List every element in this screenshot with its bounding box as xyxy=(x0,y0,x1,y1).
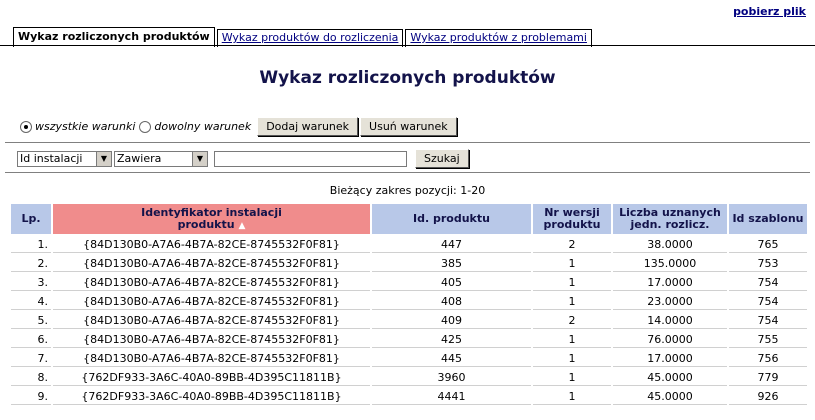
radio-all-conditions[interactable] xyxy=(20,120,32,133)
cell-units: 17.0000 xyxy=(613,350,727,367)
cell-units: 23.0000 xyxy=(613,293,727,310)
filter-value-input[interactable] xyxy=(214,150,407,167)
cell-units: 17.0000 xyxy=(613,274,727,291)
table-row: 6. {84D130B0-A7A6-4B7A-82CE-8745532F0F81… xyxy=(11,331,807,348)
radio-all-label: wszystkie warunki xyxy=(35,120,136,133)
search-button[interactable]: Szukaj xyxy=(415,149,469,168)
download-file-link[interactable]: pobierz plik xyxy=(733,5,806,18)
cell-product-id: 445 xyxy=(372,350,531,367)
cell-lp: 4. xyxy=(11,293,51,310)
cell-product-id: 3960 xyxy=(372,369,531,386)
cell-version: 2 xyxy=(533,236,611,253)
dropdown-arrow-icon: ▼ xyxy=(192,151,207,166)
cell-version: 1 xyxy=(533,388,611,405)
cell-lp: 3. xyxy=(11,274,51,291)
filter-row: Id instalacji ▼ Zawiera ▼ Szukaj xyxy=(17,149,469,168)
radio-any-condition[interactable] xyxy=(139,120,152,133)
cell-units: 14.0000 xyxy=(613,312,727,329)
cell-product-id: 408 xyxy=(372,293,531,310)
cell-install-id: {84D130B0-A7A6-4B7A-82CE-8745532F0F81} xyxy=(53,255,370,272)
cell-lp: 6. xyxy=(11,331,51,348)
cell-install-id: {84D130B0-A7A6-4B7A-82CE-8745532F0F81} xyxy=(53,331,370,348)
cell-units: 45.0000 xyxy=(613,388,727,405)
divider xyxy=(5,142,810,143)
cell-template: 779 xyxy=(729,369,807,386)
cell-product-id: 409 xyxy=(372,312,531,329)
cell-product-id: 405 xyxy=(372,274,531,291)
cell-units: 135.0000 xyxy=(613,255,727,272)
cell-install-id: {84D130B0-A7A6-4B7A-82CE-8745532F0F81} xyxy=(53,293,370,310)
results-table: Lp. Identyfikator instalacji produktu ▲ … xyxy=(9,202,809,407)
col-header-template[interactable]: Id szablonu xyxy=(729,204,807,234)
cell-install-id: {84D130B0-A7A6-4B7A-82CE-8745532F0F81} xyxy=(53,312,370,329)
table-row: 3. {84D130B0-A7A6-4B7A-82CE-8745532F0F81… xyxy=(11,274,807,291)
table-row: 8. {762DF933-3A6C-40A0-89BB-4D395C11811B… xyxy=(11,369,807,386)
cell-version: 1 xyxy=(533,293,611,310)
remove-condition-button[interactable]: Usuń warunek xyxy=(360,117,457,136)
dropdown-arrow-icon: ▼ xyxy=(96,151,111,166)
table-row: 5. {84D130B0-A7A6-4B7A-82CE-8745532F0F81… xyxy=(11,312,807,329)
divider xyxy=(5,172,810,173)
operator-select-value: Zawiera xyxy=(117,152,162,165)
range-info: Bieżący zakres pozycji: 1-20 xyxy=(329,184,486,197)
cell-version: 1 xyxy=(533,369,611,386)
cell-lp: 2. xyxy=(11,255,51,272)
cell-template: 754 xyxy=(729,312,807,329)
tab-bar: Wykaz rozliczonych produktów Wykaz produ… xyxy=(13,27,592,47)
table-row: 9. {762DF933-3A6C-40A0-89BB-4D395C11811B… xyxy=(11,388,807,405)
cell-template: 756 xyxy=(729,350,807,367)
cell-install-id: {84D130B0-A7A6-4B7A-82CE-8745532F0F81} xyxy=(53,350,370,367)
cell-install-id: {84D130B0-A7A6-4B7A-82CE-8745532F0F81} xyxy=(53,274,370,291)
cell-version: 1 xyxy=(533,331,611,348)
tab-underline xyxy=(0,45,815,46)
cell-template: 754 xyxy=(729,274,807,291)
tab-settled-products[interactable]: Wykaz rozliczonych produktów xyxy=(13,27,215,47)
cell-product-id: 425 xyxy=(372,331,531,348)
cell-lp: 8. xyxy=(11,369,51,386)
field-select-value: Id instalacji xyxy=(20,152,83,165)
table-row: 2. {84D130B0-A7A6-4B7A-82CE-8745532F0F81… xyxy=(11,255,807,272)
cell-install-id: {762DF933-3A6C-40A0-89BB-4D395C11811B} xyxy=(53,388,370,405)
cell-install-id: {762DF933-3A6C-40A0-89BB-4D395C11811B} xyxy=(53,369,370,386)
table-header-row: Lp. Identyfikator instalacji produktu ▲ … xyxy=(11,204,807,234)
operator-select[interactable]: Zawiera ▼ xyxy=(114,150,208,167)
cell-units: 38.0000 xyxy=(613,236,727,253)
cell-template: 755 xyxy=(729,331,807,348)
table-row: 7. {84D130B0-A7A6-4B7A-82CE-8745532F0F81… xyxy=(11,350,807,367)
cell-units: 45.0000 xyxy=(613,369,727,386)
sort-asc-icon: ▲ xyxy=(238,220,246,231)
col-header-lp[interactable]: Lp. xyxy=(11,204,51,234)
condition-controls: wszystkie warunki dowolny warunek Dodaj … xyxy=(20,117,457,136)
table-row: 4. {84D130B0-A7A6-4B7A-82CE-8745532F0F81… xyxy=(11,293,807,310)
cell-product-id: 447 xyxy=(372,236,531,253)
field-select[interactable]: Id instalacji ▼ xyxy=(17,150,112,167)
cell-product-id: 4441 xyxy=(372,388,531,405)
col-header-version[interactable]: Nr wersji produktu xyxy=(533,204,611,234)
cell-product-id: 385 xyxy=(372,255,531,272)
cell-version: 1 xyxy=(533,350,611,367)
cell-lp: 9. xyxy=(11,388,51,405)
cell-version: 1 xyxy=(533,274,611,291)
col-header-install-id[interactable]: Identyfikator instalacji produktu ▲ xyxy=(53,204,370,234)
cell-version: 2 xyxy=(533,312,611,329)
cell-template: 926 xyxy=(729,388,807,405)
col-header-units[interactable]: Liczba uznanych jedn. rozlicz. xyxy=(613,204,727,234)
cell-units: 76.0000 xyxy=(613,331,727,348)
radio-any-label: dowolny warunek xyxy=(154,120,252,133)
page-title: Wykaz rozliczonych produktów xyxy=(259,68,556,88)
cell-template: 765 xyxy=(729,236,807,253)
cell-template: 753 xyxy=(729,255,807,272)
cell-install-id: {84D130B0-A7A6-4B7A-82CE-8745532F0F81} xyxy=(53,236,370,253)
cell-lp: 5. xyxy=(11,312,51,329)
table-row: 1. {84D130B0-A7A6-4B7A-82CE-8745532F0F81… xyxy=(11,236,807,253)
cell-version: 1 xyxy=(533,255,611,272)
add-condition-button[interactable]: Dodaj warunek xyxy=(257,117,359,136)
cell-template: 754 xyxy=(729,293,807,310)
col-header-product-id[interactable]: Id. produktu xyxy=(372,204,531,234)
cell-lp: 7. xyxy=(11,350,51,367)
cell-lp: 1. xyxy=(11,236,51,253)
